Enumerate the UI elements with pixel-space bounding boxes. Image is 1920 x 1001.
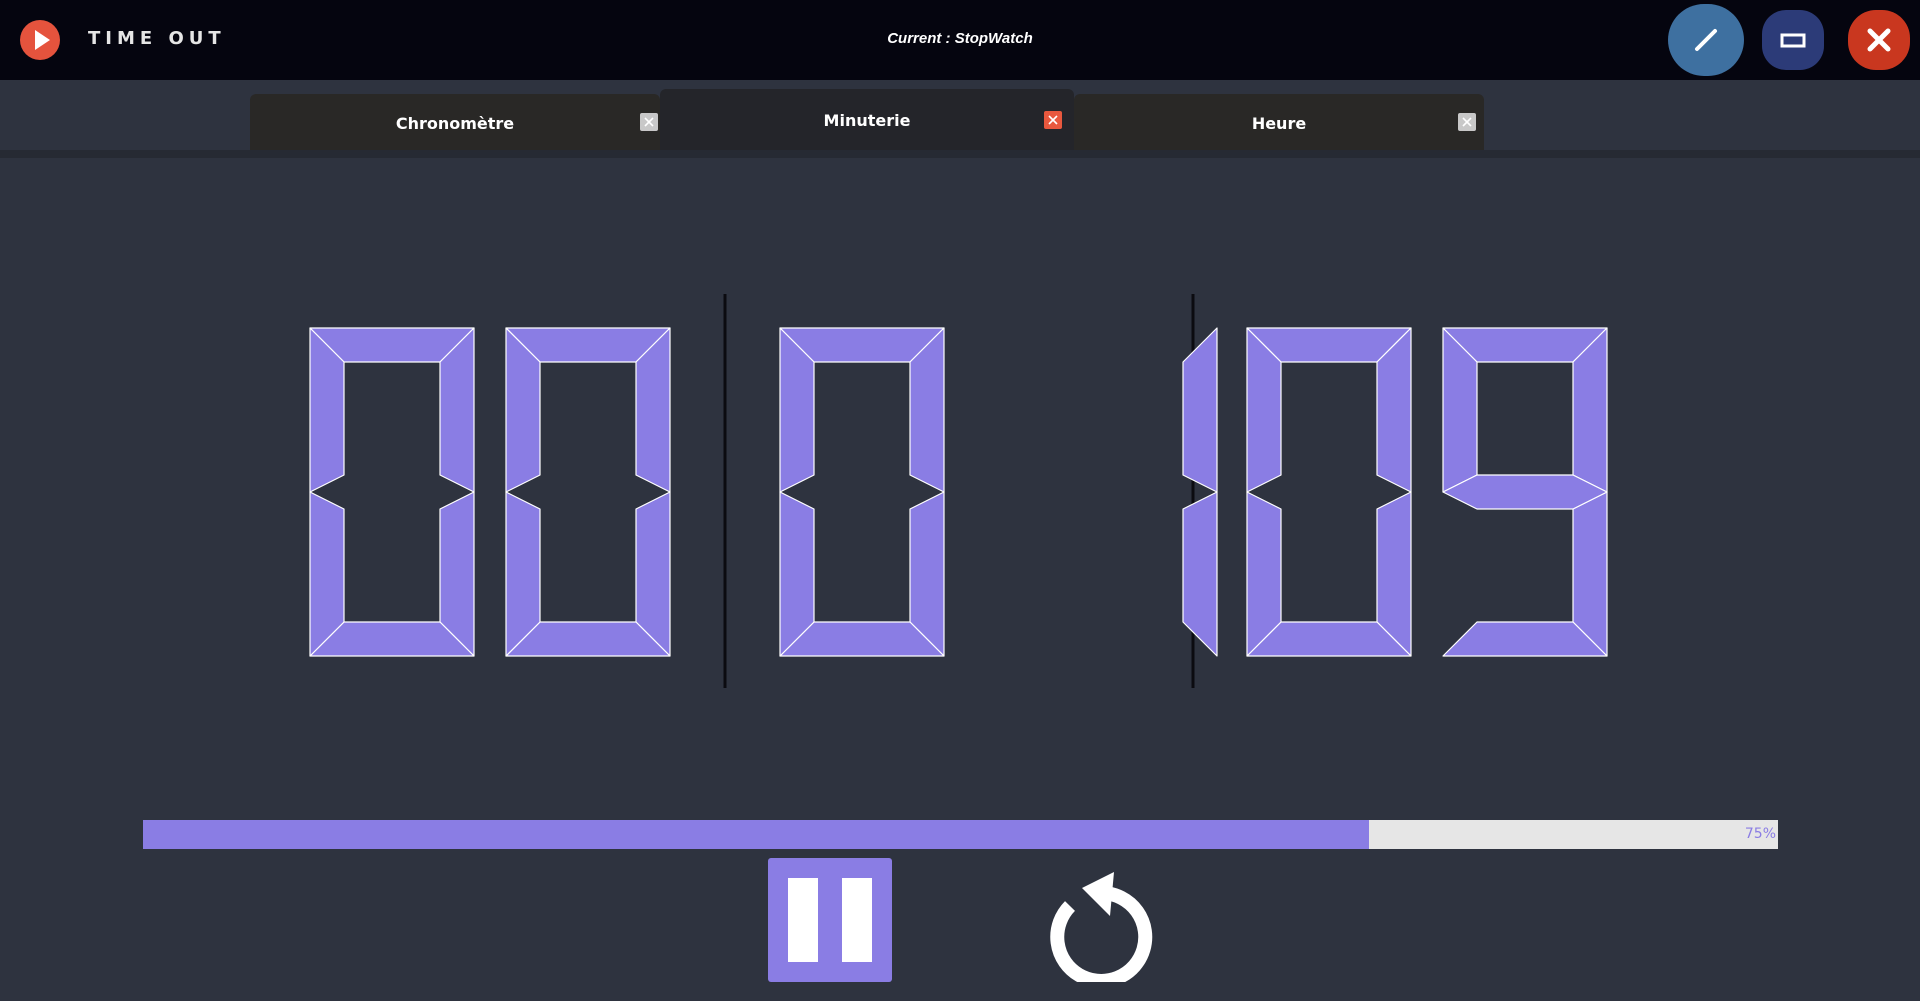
digit-segment-g — [1442, 474, 1608, 510]
digit-segment-b — [1182, 327, 1218, 493]
timer-digit — [1246, 327, 1412, 657]
pause-button[interactable] — [768, 858, 892, 982]
timer-digit — [1182, 327, 1218, 657]
timer-digit — [779, 327, 945, 657]
progress-fill — [143, 820, 1370, 849]
reset-button[interactable] — [1030, 858, 1154, 988]
timer-digit — [309, 327, 475, 657]
timer-digit — [505, 327, 671, 657]
digit-segment-c — [1182, 491, 1218, 657]
timer-digit — [1442, 327, 1608, 657]
progress-bar: 75% — [143, 820, 1778, 849]
progress-percent: 75% — [1744, 826, 1776, 842]
reset-icon — [1050, 872, 1153, 988]
timer-display — [309, 294, 1608, 688]
